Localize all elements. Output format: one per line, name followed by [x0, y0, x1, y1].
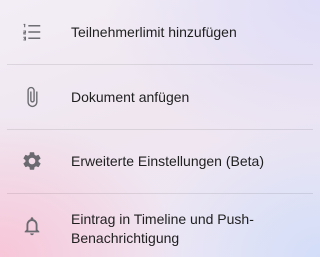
menu-item-advanced-settings[interactable]: Erweiterte Einstellungen (Beta)	[0, 130, 320, 193]
options-menu: Teilnehmerlimit hinzufügen Dokument anfü…	[0, 0, 320, 257]
menu-item-label: Erweiterte Einstellungen (Beta)	[71, 153, 264, 169]
paperclip-icon	[21, 86, 43, 108]
numbered-list-icon	[21, 21, 43, 43]
menu-item-label: Eintrag in Timeline und Push-Benachricht…	[71, 211, 254, 246]
menu-item-label: Dokument anfügen	[71, 89, 190, 105]
menu-item-attach-document[interactable]: Dokument anfügen	[0, 65, 320, 129]
bell-icon	[21, 215, 43, 237]
menu-item-label: Teilnehmerlimit hinzufügen	[71, 24, 237, 40]
menu-item-timeline-push[interactable]: Eintrag in Timeline und Push-Benachricht…	[0, 194, 320, 257]
gear-icon	[21, 150, 43, 172]
menu-item-participant-limit[interactable]: Teilnehmerlimit hinzufügen	[0, 0, 320, 64]
